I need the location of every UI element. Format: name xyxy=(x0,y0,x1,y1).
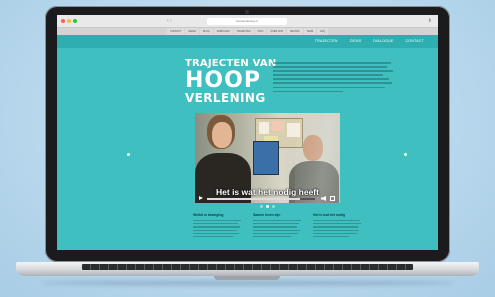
nav-item-trajecten[interactable]: TRAJECTEN xyxy=(315,39,338,43)
close-dot-icon[interactable] xyxy=(61,19,65,23)
column: Het is wat het nodig xyxy=(313,213,361,239)
play-icon[interactable] xyxy=(199,196,203,200)
bookmark-item[interactable]: FAQ xyxy=(317,28,328,35)
carousel-pager xyxy=(260,205,275,208)
share-icon[interactable]: ⬆ xyxy=(428,18,432,24)
video-controls xyxy=(195,195,340,203)
bookmark-item[interactable]: TEAM xyxy=(303,28,317,35)
nav-item-ziens[interactable]: ZIENS xyxy=(350,39,362,43)
minimize-dot-icon[interactable] xyxy=(67,19,71,23)
seekbar-progress xyxy=(207,198,300,200)
title-line-2: HOOP xyxy=(185,68,261,93)
carousel-prev-icon[interactable] xyxy=(127,153,130,156)
column: Welkit in beweging xyxy=(193,213,241,239)
column-heading: Samen leven zijn xyxy=(253,213,281,217)
pager-dot[interactable] xyxy=(272,205,275,208)
pager-dot[interactable] xyxy=(260,205,263,208)
intro-text xyxy=(273,62,393,95)
bookmark-item[interactable]: CONTACT xyxy=(167,28,185,35)
volume-icon[interactable] xyxy=(321,196,326,201)
video-monitor xyxy=(253,141,279,175)
laptop-screen: ‹ › hoopverlening.nl ⬆ CONTACT MEDIA BLO… xyxy=(57,15,438,250)
nav-item-dialogue[interactable]: DIALOGUE xyxy=(373,39,393,43)
bookmark-item[interactable]: MEDIA xyxy=(185,28,199,35)
carousel-next-icon[interactable] xyxy=(404,153,407,156)
column-heading: Welkit in beweging xyxy=(193,213,224,217)
nav-item-contact[interactable]: CONTACT xyxy=(405,39,424,43)
address-bar[interactable]: hoopverlening.nl xyxy=(207,18,287,25)
browser-chrome: ‹ › hoopverlening.nl ⬆ xyxy=(57,15,438,28)
hero-title: TRAJECTEN VAN HOOP VERLENING xyxy=(185,59,276,105)
window-controls xyxy=(61,19,77,23)
column: Samen leven zijn xyxy=(253,213,301,239)
bookmark-item[interactable]: BLOG xyxy=(199,28,213,35)
content-columns: Welkit in beweging Samen leven zijn Het … xyxy=(193,213,413,239)
bookmark-item[interactable]: NIEUWS xyxy=(286,28,303,35)
site-navbar: TRAJECTEN ZIENS DIALOGUE CONTACT xyxy=(57,35,438,48)
nav-arrows-icon[interactable]: ‹ › xyxy=(167,18,172,24)
maximize-dot-icon[interactable] xyxy=(73,19,77,23)
column-heading: Het is wat het nodig xyxy=(313,213,346,217)
bookmark-item[interactable]: TRAJECTEN xyxy=(233,28,254,35)
camera-icon xyxy=(245,10,249,14)
fullscreen-icon[interactable] xyxy=(330,196,335,201)
bookmark-item[interactable]: VERHALEN xyxy=(213,28,233,35)
video-seekbar[interactable] xyxy=(207,198,315,200)
video-player[interactable]: Het is wat het nodig heeft xyxy=(195,113,340,203)
bookmark-item[interactable]: INFO xyxy=(254,28,267,35)
trackpad-notch xyxy=(214,276,280,280)
keyboard-edge xyxy=(82,264,413,270)
bookmarks-bar: CONTACT MEDIA BLOG VERHALEN TRAJECTEN IN… xyxy=(57,28,438,35)
bookmark-item[interactable]: OVER ONS xyxy=(267,28,286,35)
laptop-shadow xyxy=(40,280,455,286)
title-line-3: VERLENING xyxy=(185,91,266,105)
pager-dot-active[interactable] xyxy=(266,205,269,208)
